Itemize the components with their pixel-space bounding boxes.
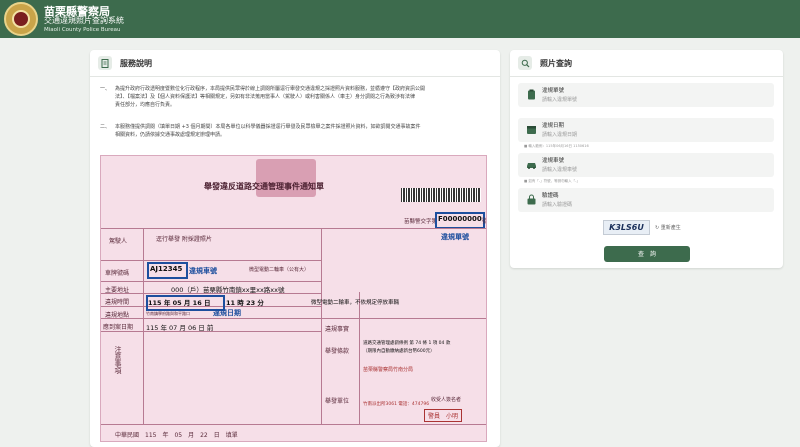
sample-ticket-image: 舉發違反道路交通管理事件通知單 苗縣警交字第 F00000000 號 違規單號 …	[100, 155, 487, 442]
time-value: 11 時 23 分	[226, 299, 264, 307]
car-icon	[527, 163, 536, 169]
barcode	[401, 188, 481, 202]
refresh-icon: ↻	[655, 225, 660, 231]
query-card-header: 照片查詢	[510, 50, 783, 77]
plate-annotation: 違規車號	[189, 267, 217, 275]
address-value: 000（戶）苗栗縣竹南鎮xx里xx路xx號	[171, 286, 285, 294]
app-header: 苗栗縣警察局 交通違規照片查詢系統 Miaoli County Police B…	[0, 0, 800, 38]
service-card-header: 服務說明	[90, 50, 500, 77]
ticket-title: 舉發違反道路交通管理事件通知單	[204, 182, 324, 191]
plate-value: AJ12345	[150, 265, 183, 273]
plate-field[interactable]: 違規車號 請輸入違規車號	[518, 153, 774, 177]
plate-placeholder: 請輸入違規車號	[542, 167, 578, 173]
app-subtitle: 交通違規照片查詢系統	[44, 16, 124, 25]
row-deadline: 應到案日期	[103, 324, 134, 331]
service-title: 服務說明	[120, 58, 152, 68]
unit-label: 舉發單位	[325, 398, 350, 405]
row-driver: 駕駛人	[109, 238, 128, 245]
case-label: 苗縣警交字第	[404, 219, 438, 225]
footer-date: 中華民國 115 年 05 月 22 日 填單	[115, 432, 238, 439]
plate-label: 違規車號	[542, 158, 565, 164]
service-item-1: 一、 為提升政府行政透明度暨數位化行政程序，本局提供民眾得於線上調閱所屬逕行舉發…	[100, 86, 426, 108]
recipient-label: 收受人簽名者	[431, 397, 462, 403]
captcha-label: 驗證碼	[542, 193, 559, 199]
row-place: 違規地點	[105, 312, 130, 319]
submit-query-button[interactable]: 查 詢	[604, 246, 690, 262]
notice-label: 注意事項	[114, 346, 122, 374]
case-number-placeholder: 請輸入違規單號	[542, 97, 578, 103]
refresh-captcha-button[interactable]: ↻ 重新產生	[655, 224, 681, 231]
date-hint: ■ 輸入範例：115年06月16日 1150616	[524, 144, 589, 148]
captcha-field[interactable]: 驗證碼 請輸入驗證碼	[518, 188, 774, 212]
violation-date-placeholder: 請輸入違規日期	[542, 132, 578, 138]
app-subtitle-en: Miaoli County Police Bureau	[44, 27, 121, 33]
case-number-label: 違規單號	[542, 88, 565, 94]
date-value: 115 年 05 月 16 日	[148, 299, 211, 307]
query-title: 照片查詢	[540, 58, 572, 68]
case-suffix: 號	[482, 216, 486, 225]
facts-value: 微型電動二輪車，不依規定停放車輛	[311, 300, 400, 306]
facts-label: 違規事實	[325, 326, 350, 333]
date-annotation: 違規日期	[213, 309, 241, 317]
case-annotation: 違規單號	[441, 233, 469, 241]
calendar-icon	[527, 126, 536, 134]
captcha-placeholder: 請輸入驗證碼	[542, 202, 573, 208]
case-number: F00000000	[438, 215, 482, 223]
row-photo: 逕行舉發 附採證照片	[156, 236, 212, 243]
police-badge-logo	[4, 2, 38, 36]
violation-date-field[interactable]: 違規日期 請輸入違規日期	[518, 118, 774, 142]
officer-stamp: 警員 小明	[424, 409, 463, 422]
place-value: 竹南鎮學府路與和平路口	[146, 311, 190, 316]
case-number-field[interactable]: 違規單號 請輸入違規單號	[518, 83, 774, 107]
refresh-label: 重新產生	[660, 225, 681, 231]
document-icon	[98, 56, 112, 70]
plate-hint: ■ 如有「-」符號，等請勿輸入「-」	[524, 179, 580, 183]
vehicle-type: 微型電動二輪車（公有大）	[249, 267, 310, 273]
captcha-image: K3LS6U	[603, 220, 650, 235]
row-time: 違規時間	[105, 299, 130, 306]
service-item-2: 二、 本服務僅提供調閱（填單日期 +3 個月期間）本局各單位以科學儀器採證逕行舉…	[100, 124, 421, 138]
stamp-text: 竹南派出所3061 電話：474796	[363, 402, 430, 407]
law-label: 舉發條款	[325, 348, 350, 355]
unit-value: 苗栗縣警察局竹南分局	[363, 367, 414, 373]
law-value: 道路交通管理處罰條例 第 74 條 1 項 04 款	[363, 341, 451, 346]
clipboard-icon	[528, 89, 535, 100]
search-icon	[518, 56, 532, 70]
penalty-value: （期限內自動繳納處新台幣600元）	[363, 349, 435, 354]
violation-date-label: 違規日期	[542, 123, 565, 129]
deadline-value: 115 年 07 月 06 日 前	[146, 324, 214, 332]
lock-icon	[527, 194, 536, 205]
row-plate: 車牌號碼	[105, 270, 130, 277]
row-address: 主要地址	[105, 287, 130, 294]
